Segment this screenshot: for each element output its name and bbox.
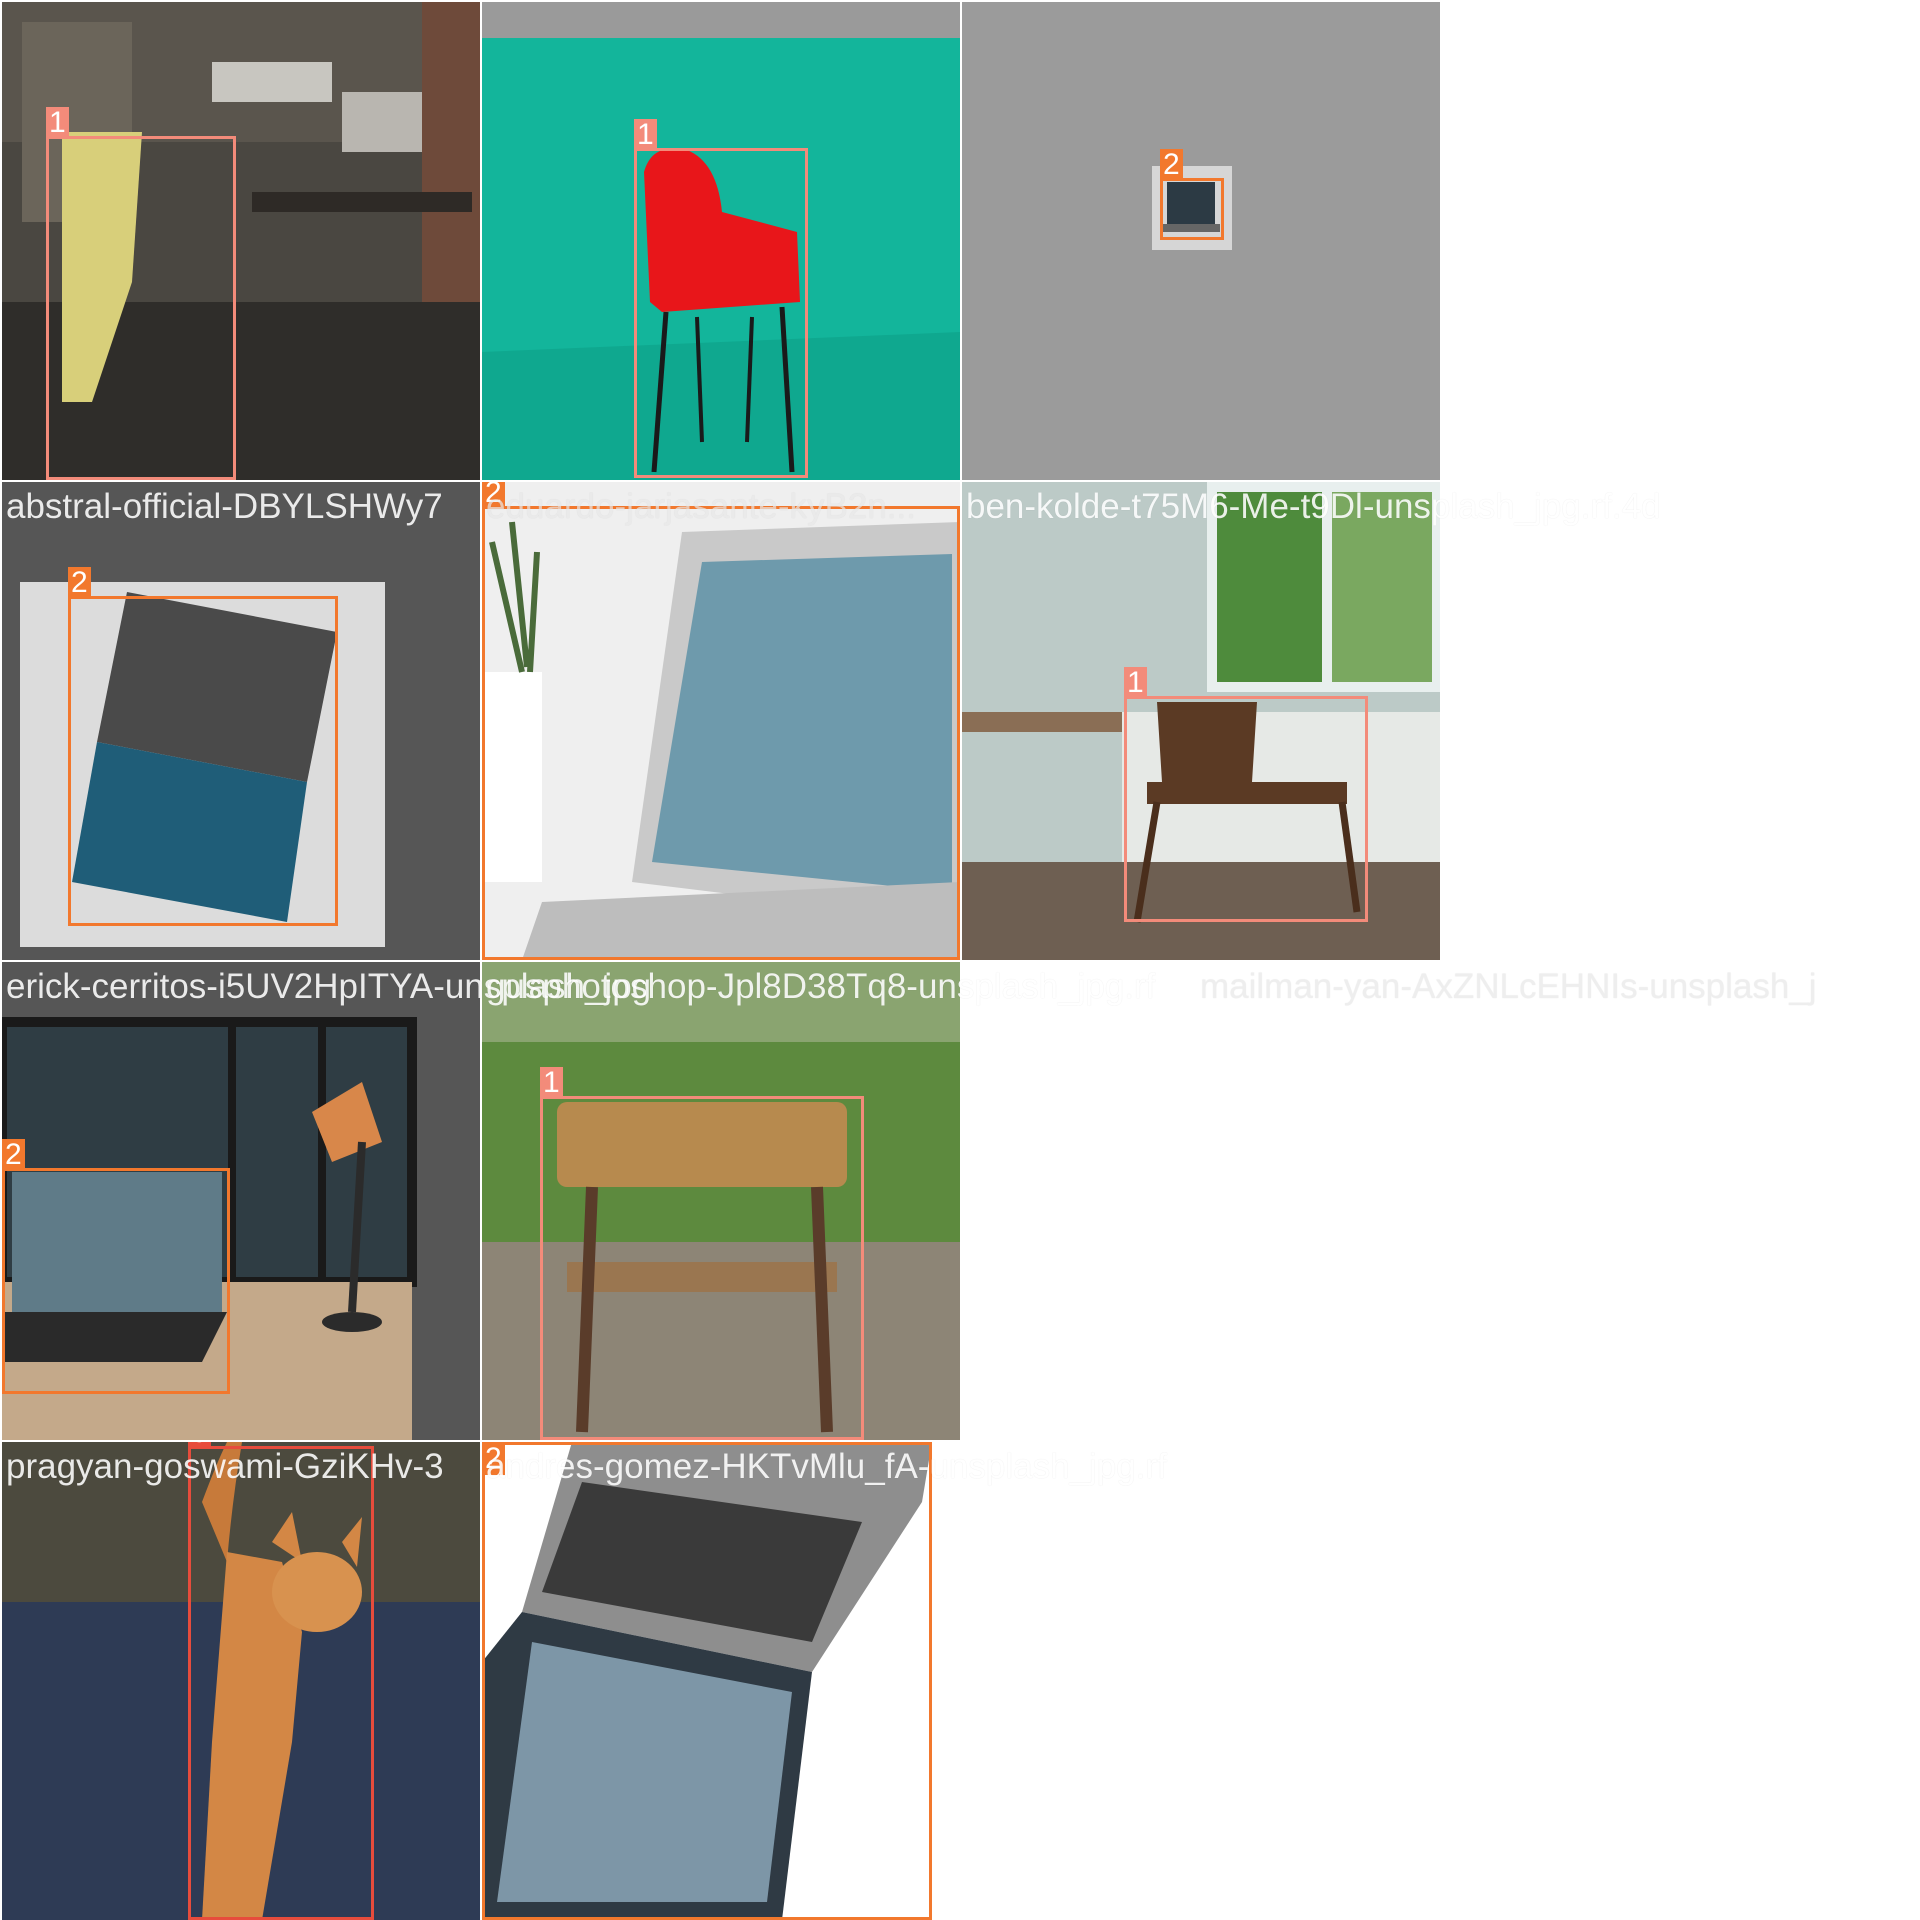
- tile-cat: 0: [2, 1442, 480, 1920]
- bbox-label: 1: [540, 1067, 563, 1099]
- bbox: 2: [68, 567, 338, 926]
- bbox-label: 2: [1160, 149, 1183, 181]
- bbox-label: 2: [482, 1443, 505, 1475]
- bbox: 1: [46, 107, 236, 480]
- bbox: 1: [1124, 667, 1368, 922]
- tile-lamp-laptop: 2: [2, 962, 480, 1440]
- bbox: 2: [482, 1442, 932, 1920]
- tile-top-laptop: 2: [482, 1442, 960, 1920]
- bbox: 1: [634, 119, 808, 478]
- bbox-label: 1: [46, 107, 69, 139]
- bbox-label: 0: [188, 1442, 211, 1449]
- tile-window-chair: 1: [962, 482, 1440, 960]
- tile-workshop-chair: 1: [2, 2, 480, 480]
- tile-macbook: 2: [482, 482, 960, 960]
- bbox: 2: [482, 482, 960, 960]
- tile-red-chair: 1: [482, 2, 960, 480]
- mosaic-grid: 1 1 2 2 2 1 2 1 2: [0, 0, 1920, 1920]
- bbox-label: 1: [634, 119, 657, 151]
- bbox: 2: [2, 1139, 230, 1394]
- tile-rotated-laptop: 2: [2, 482, 480, 960]
- tile-field-chair: 1: [482, 962, 960, 1440]
- bbox: 2: [1160, 149, 1224, 240]
- bbox-label: 2: [482, 482, 505, 509]
- bbox-label: 2: [68, 567, 91, 599]
- bbox-label: 2: [2, 1139, 25, 1171]
- small-laptop-photo: [962, 2, 1440, 480]
- bbox-label: 1: [1124, 667, 1147, 699]
- bbox: 1: [540, 1067, 864, 1440]
- tile-small-laptop: 2: [962, 2, 1440, 480]
- bbox: 0: [188, 1442, 374, 1920]
